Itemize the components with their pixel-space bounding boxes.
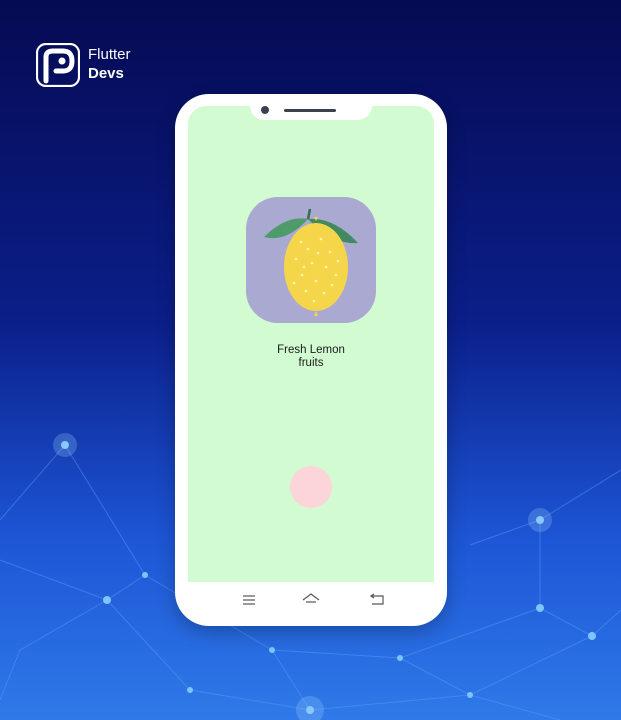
- circle-button[interactable]: [290, 466, 332, 508]
- phone-notch: [250, 94, 372, 120]
- menu-icon[interactable]: [238, 590, 260, 610]
- caption-line2: fruits: [298, 357, 324, 369]
- home-icon[interactable]: [300, 590, 322, 610]
- flutterdevs-logo: Flutter Devs: [36, 43, 146, 89]
- camera-icon: [261, 106, 269, 114]
- brand-line1: Flutter: [88, 46, 131, 63]
- system-navbar: [188, 582, 434, 622]
- lemon-caption: Fresh Lemon fruits: [188, 344, 434, 370]
- app-screen: Fresh Lemon fruits: [188, 106, 434, 582]
- flutterdevs-logo-icon: [36, 43, 80, 87]
- caption-line1: Fresh Lemon: [277, 344, 345, 356]
- back-icon[interactable]: [366, 590, 388, 610]
- brand-line2: Devs: [88, 65, 124, 82]
- lemon-image-card: [246, 197, 376, 323]
- phone-frame: Fresh Lemon fruits: [175, 94, 447, 626]
- speaker-grille: [284, 109, 336, 112]
- lemon-icon: [264, 208, 358, 316]
